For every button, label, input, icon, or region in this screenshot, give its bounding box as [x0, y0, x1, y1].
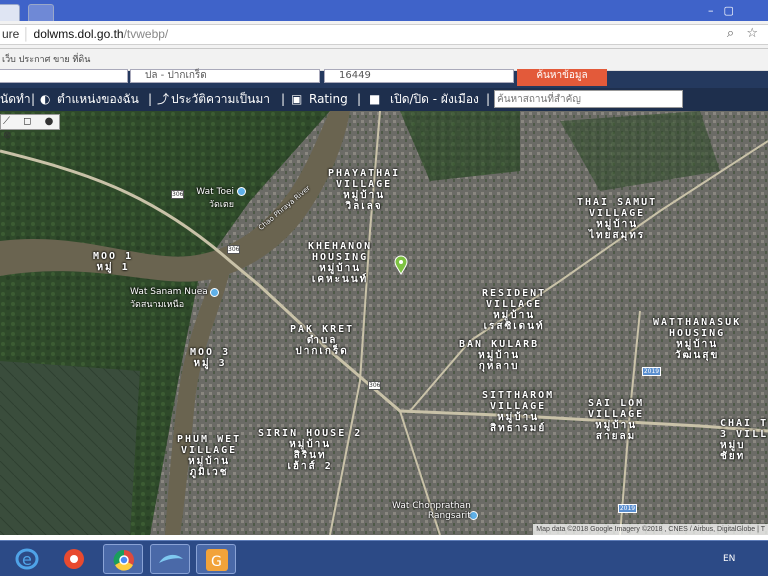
road-shield: 306 — [227, 245, 240, 254]
poi-search-input[interactable] — [494, 90, 683, 108]
g-app-icon[interactable]: G — [196, 544, 236, 574]
temple-marker-icon[interactable] — [237, 187, 246, 196]
app-icon[interactable] — [57, 544, 91, 574]
nav-home[interactable]: นัดทำ — [0, 88, 31, 111]
language-indicator[interactable]: EN — [723, 554, 735, 564]
map-label-pak-kret: PAK KRET ตำบล ปากเกร็ด — [290, 324, 355, 357]
search-button[interactable]: ค้นหาข้อมูล — [517, 69, 607, 86]
checkbox-icon[interactable]: ■ — [369, 88, 380, 111]
poi-label-wat-chonprathan: Wat Chonprathan Rangsarit — [392, 501, 471, 521]
bookmark-item[interactable]: เว็บ ประกาศ ขาย ที่ดิน — [2, 55, 90, 65]
map-label-sai-lom: SAI LOM VILLAGE หมู่บ้าน สายลม — [588, 398, 645, 442]
road-shield: 306 — [368, 381, 381, 390]
nav-toggle-zoning[interactable]: เปิด/ปิด - ผังเมือง — [390, 88, 479, 111]
nav-separator: | — [486, 92, 491, 106]
poi-label-wat-sanam-nuea: Wat Sanam Nuea วัดสนามเหนือ — [130, 287, 208, 310]
browser-app-icon[interactable] — [150, 544, 190, 574]
browser-tab[interactable] — [0, 4, 20, 21]
nav-history[interactable]: ประวัติความเป็นมา — [171, 88, 270, 111]
map-label-watthanasuk: WATTHANASUK HOUSING หมู่บ้าน วัฒนสุข — [653, 317, 742, 361]
search-panel: ปล - ปากเกร็ด 16449 ค้นหาข้อมูล — [0, 69, 768, 88]
nav-separator: | — [31, 92, 36, 106]
map-label-ban-kularb: BAN KULARB หมู่บ้าน กุหลาบ — [459, 339, 540, 372]
map-label-moo-3: MOO 3 หมู่ 3 — [190, 347, 231, 369]
map-pin-icon[interactable] — [394, 255, 408, 275]
map-label-phum-wet: PHUM WET VILLAGE หมู่บ้าน ภูมิเวช — [177, 434, 242, 478]
chart-icon: ▣ — [291, 92, 303, 106]
url-path: /tvwebp/ — [123, 27, 169, 41]
svg-text:G: G — [211, 554, 222, 570]
url-host: dolwms.dol.go.th — [33, 27, 124, 41]
svg-text:e: e — [22, 550, 32, 569]
drawing-tools[interactable]: ⟋ ◻ ● ⊗ — [0, 114, 60, 141]
map-label-sittharom: SITTHAROM VILLAGE หมู่บ้าน สิทธารมย์ — [482, 390, 555, 434]
temple-marker-icon[interactable] — [210, 288, 219, 297]
road-shield: 306 — [171, 190, 184, 199]
browser-tab-strip: –▢ — [0, 0, 768, 21]
ie-icon[interactable]: e — [10, 544, 44, 574]
chrome-icon[interactable] — [103, 544, 143, 574]
history-icon: ⤴ — [157, 92, 170, 106]
nav-menu: นัดทำ | ◐ ตำแหน่งของฉัน | ⤴ ประวัติความเ… — [0, 88, 768, 111]
satellite-map[interactable]: ⟋ ◻ ● ⊗ PHAYATHAI VILLAGE หมู่บ้าน วิลเลจ T… — [0, 111, 768, 535]
taskbar: e G EN — [0, 540, 768, 576]
globe-icon: ◐ — [40, 92, 51, 106]
province-field[interactable] — [0, 69, 128, 83]
map-label-phayathai: PHAYATHAI VILLAGE หมู่บ้าน วิลเลจ — [328, 168, 401, 212]
parcel-number-field[interactable]: 16449 — [324, 69, 514, 83]
nav-my-location[interactable]: ตำแหน่งของฉัน — [57, 88, 139, 111]
map-attribution: Map data ©2018 Google Imagery ©2018 , CN… — [533, 524, 768, 535]
map-label-khehanon: KHEHANON HOUSING หมู่บ้าน เคหะนนท์ — [308, 241, 373, 285]
address-bar: ure │ dolwms.dol.go.th/tvwebp/ ⌕ ☆ — [0, 21, 768, 49]
district-field[interactable]: ปล - ปากเกร็ด — [130, 69, 320, 83]
map-label-sirin-house: SIRIN HOUSE 2 หมู่บ้าน สิรินท เฮ้าส์ 2 — [258, 428, 363, 472]
poi-label-wat-toei: Wat Toei วัดเตย — [196, 187, 234, 210]
road-shield-blue: 2019 — [642, 367, 661, 376]
browser-tab[interactable] — [28, 4, 54, 21]
map-label-moo-1: MOO 1 หมู่ 1 — [93, 251, 134, 273]
nav-separator: | — [281, 92, 286, 106]
url-separator: │ — [22, 27, 34, 41]
map-label-chai: CHAI T3 VILL หมู่บ ชัยท — [720, 418, 768, 462]
nav-separator: | — [148, 92, 153, 106]
nav-separator: | — [357, 92, 362, 106]
road-shield-blue: 2019 — [618, 504, 637, 513]
bookmarks-bar: เว็บ ประกาศ ขาย ที่ดิน — [0, 49, 768, 71]
window-controls[interactable]: –▢ — [708, 4, 763, 17]
nav-rating[interactable]: Rating — [309, 88, 348, 111]
url-prefix: ure — [2, 27, 20, 41]
map-label-resident: RESIDENT VILLAGE หมู่บ้าน เรสซิเดนท์ — [482, 288, 547, 332]
url-icons[interactable]: ⌕ ☆ — [727, 26, 762, 41]
url-field[interactable]: ure │ dolwms.dol.go.th/tvwebp/ ⌕ ☆ — [0, 24, 768, 45]
map-label-thai-samut: THAI SAMUT VILLAGE หมู่บ้าน ไทยสมุทร — [577, 197, 658, 241]
